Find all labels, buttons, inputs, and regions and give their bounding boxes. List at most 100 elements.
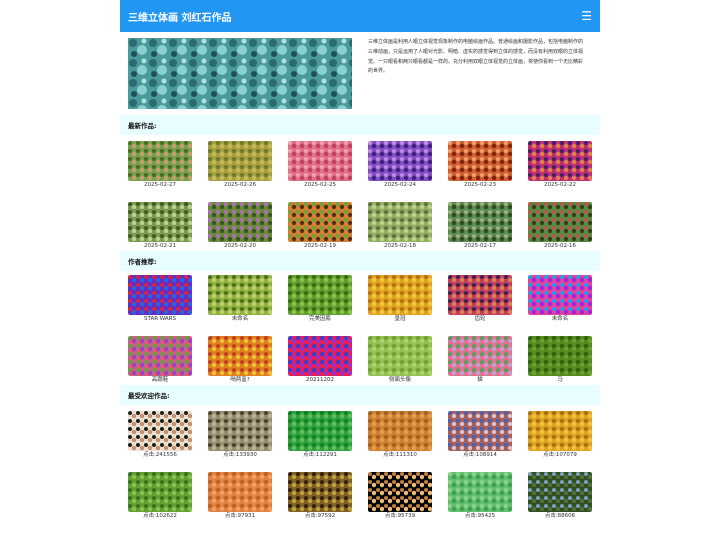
artwork-thumbnail[interactable] xyxy=(208,275,272,315)
artwork-thumbnail[interactable] xyxy=(528,411,592,451)
artwork-caption[interactable]: 点击:102622 xyxy=(143,512,177,521)
artwork-item[interactable]: 2025-02-16 xyxy=(528,202,592,251)
artwork-thumbnail[interactable] xyxy=(208,336,272,376)
artwork-item[interactable]: 马 xyxy=(528,336,592,385)
hamburger-menu-icon[interactable]: ☰ xyxy=(581,10,592,22)
artwork-thumbnail[interactable] xyxy=(448,141,512,181)
artwork-thumbnail[interactable] xyxy=(128,141,192,181)
artwork-caption[interactable]: 2025-02-17 xyxy=(464,242,496,251)
artwork-caption[interactable]: 2025-02-23 xyxy=(464,181,496,190)
artwork-item[interactable]: 2025-02-18 xyxy=(368,202,432,251)
artwork-thumbnail[interactable] xyxy=(368,141,432,181)
artwork-thumbnail[interactable] xyxy=(448,411,512,451)
artwork-item[interactable]: STAR WARS xyxy=(128,275,192,324)
artwork-caption[interactable]: 未命名 xyxy=(232,315,249,324)
artwork-item[interactable]: 2025-02-19 xyxy=(288,202,352,251)
artwork-item[interactable]: 齿轮 xyxy=(448,275,512,324)
artwork-caption[interactable]: 2025-02-20 xyxy=(224,242,256,251)
artwork-caption[interactable]: 高跟鞋 xyxy=(152,376,169,385)
artwork-item[interactable]: 点击:102622 xyxy=(128,472,192,521)
artwork-item[interactable]: 完美因瓶 xyxy=(288,275,352,324)
artwork-caption[interactable]: 2025-02-27 xyxy=(144,181,176,190)
artwork-caption[interactable]: 马 xyxy=(557,376,563,385)
artwork-item[interactable]: 喝两盅? xyxy=(208,336,272,385)
artwork-caption[interactable]: 完美因瓶 xyxy=(309,315,331,324)
artwork-thumbnail[interactable] xyxy=(528,141,592,181)
artwork-item[interactable]: 2025-02-17 xyxy=(448,202,512,251)
artwork-thumbnail[interactable] xyxy=(128,336,192,376)
artwork-thumbnail[interactable] xyxy=(208,411,272,451)
artwork-item[interactable]: 未命名 xyxy=(528,275,592,324)
artwork-caption[interactable]: 齿轮 xyxy=(474,315,485,324)
artwork-thumbnail[interactable] xyxy=(128,202,192,242)
artwork-thumbnail[interactable] xyxy=(368,275,432,315)
artwork-caption[interactable]: 2025-02-18 xyxy=(384,242,416,251)
artwork-thumbnail[interactable] xyxy=(208,202,272,242)
artwork-caption[interactable]: 侧面头像 xyxy=(389,376,411,385)
artwork-caption[interactable]: 猫 xyxy=(477,376,483,385)
artwork-thumbnail[interactable] xyxy=(528,472,592,512)
artwork-item[interactable]: 20211202 xyxy=(288,336,352,385)
artwork-caption[interactable]: 2025-02-16 xyxy=(544,242,576,251)
artwork-thumbnail[interactable] xyxy=(448,472,512,512)
artwork-item[interactable]: 2025-02-20 xyxy=(208,202,272,251)
artwork-thumbnail[interactable] xyxy=(528,202,592,242)
artwork-thumbnail[interactable] xyxy=(448,336,512,376)
artwork-caption[interactable]: 点击:95739 xyxy=(385,512,415,521)
artwork-thumbnail[interactable] xyxy=(528,336,592,376)
artwork-item[interactable]: 点击:112291 xyxy=(288,411,352,460)
artwork-item[interactable]: 点击:241556 xyxy=(128,411,192,460)
artwork-item[interactable]: 点击:95425 xyxy=(448,472,512,521)
artwork-thumbnail[interactable] xyxy=(128,275,192,315)
artwork-item[interactable]: 点击:88606 xyxy=(528,472,592,521)
artwork-caption[interactable]: 未命名 xyxy=(552,315,569,324)
artwork-item[interactable]: 点击:111310 xyxy=(368,411,432,460)
artwork-item[interactable]: 2025-02-25 xyxy=(288,141,352,190)
artwork-item[interactable]: 未命名 xyxy=(208,275,272,324)
artwork-item[interactable]: 皇冠 xyxy=(368,275,432,324)
artwork-thumbnail[interactable] xyxy=(288,336,352,376)
artwork-caption[interactable]: 2025-02-21 xyxy=(144,242,176,251)
artwork-caption[interactable]: 2025-02-25 xyxy=(304,181,336,190)
artwork-thumbnail[interactable] xyxy=(128,472,192,512)
artwork-caption[interactable]: 2025-02-24 xyxy=(384,181,416,190)
artwork-caption[interactable]: 喝两盅? xyxy=(230,376,249,385)
artwork-item[interactable]: 高跟鞋 xyxy=(128,336,192,385)
artwork-caption[interactable]: 2025-02-19 xyxy=(304,242,336,251)
artwork-thumbnail[interactable] xyxy=(208,472,272,512)
artwork-thumbnail[interactable] xyxy=(368,202,432,242)
artwork-caption[interactable]: 点击:88606 xyxy=(545,512,575,521)
artwork-item[interactable]: 点击:107079 xyxy=(528,411,592,460)
artwork-caption[interactable]: 点击:133930 xyxy=(223,451,257,460)
artwork-item[interactable]: 点击:97592 xyxy=(288,472,352,521)
artwork-item[interactable]: 点击:97931 xyxy=(208,472,272,521)
artwork-caption[interactable]: 20211202 xyxy=(306,376,334,385)
artwork-caption[interactable]: 点击:241556 xyxy=(143,451,177,460)
artwork-item[interactable]: 侧面头像 xyxy=(368,336,432,385)
artwork-caption[interactable]: 点击:97592 xyxy=(305,512,335,521)
artwork-item[interactable]: 点击:133930 xyxy=(208,411,272,460)
artwork-item[interactable]: 点击:108914 xyxy=(448,411,512,460)
artwork-caption[interactable]: 2025-02-26 xyxy=(224,181,256,190)
artwork-item[interactable]: 2025-02-24 xyxy=(368,141,432,190)
artwork-caption[interactable]: 点击:107079 xyxy=(543,451,577,460)
artwork-thumbnail[interactable] xyxy=(288,141,352,181)
artwork-item[interactable]: 点击:95739 xyxy=(368,472,432,521)
artwork-thumbnail[interactable] xyxy=(288,202,352,242)
artwork-thumbnail[interactable] xyxy=(368,336,432,376)
artwork-caption[interactable]: STAR WARS xyxy=(144,315,176,324)
artwork-caption[interactable]: 点击:97931 xyxy=(225,512,255,521)
artwork-item[interactable]: 2025-02-26 xyxy=(208,141,272,190)
artwork-thumbnail[interactable] xyxy=(288,411,352,451)
artwork-caption[interactable]: 点击:111310 xyxy=(383,451,417,460)
artwork-item[interactable]: 猫 xyxy=(448,336,512,385)
artwork-caption[interactable]: 2025-02-22 xyxy=(544,181,576,190)
artwork-thumbnail[interactable] xyxy=(128,411,192,451)
artwork-thumbnail[interactable] xyxy=(448,202,512,242)
site-title[interactable]: 三维立体画 刘红石作品 xyxy=(128,9,231,24)
artwork-item[interactable]: 2025-02-21 xyxy=(128,202,192,251)
artwork-item[interactable]: 2025-02-27 xyxy=(128,141,192,190)
artwork-caption[interactable]: 点击:95425 xyxy=(465,512,495,521)
artwork-caption[interactable]: 点击:108914 xyxy=(463,451,497,460)
artwork-thumbnail[interactable] xyxy=(288,472,352,512)
